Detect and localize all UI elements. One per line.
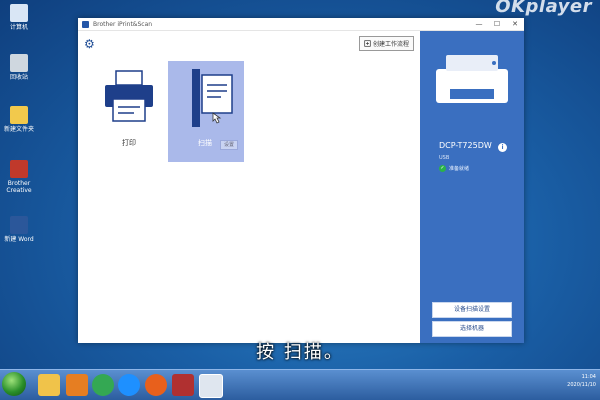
- firefox-icon[interactable]: [145, 374, 167, 396]
- video-watermark: OKplayer: [495, 0, 592, 17]
- desktop-icon-word[interactable]: 新建 Word: [2, 216, 36, 243]
- desktop-icon-label: 回收站: [9, 74, 28, 81]
- create-workflow-label: 创建工作流程: [372, 41, 409, 48]
- printer-icon: [105, 70, 153, 122]
- window-title: Brother iPrint&Scan: [93, 20, 153, 28]
- start-button[interactable]: [2, 372, 26, 396]
- iprint-scan-taskbar-icon[interactable]: [199, 374, 223, 398]
- recycle-bin-icon: [10, 54, 28, 72]
- close-button[interactable]: ✕: [506, 18, 524, 30]
- desktop-icon-brother-creative[interactable]: Brother Creative: [2, 160, 36, 194]
- workflow-icon: [364, 40, 371, 47]
- media-player-icon[interactable]: [66, 374, 88, 396]
- clock-time: 11:04: [581, 374, 596, 380]
- word-document-icon: [10, 216, 28, 234]
- maximize-button[interactable]: ☐: [488, 18, 506, 30]
- create-workflow-button[interactable]: 创建工作流程: [358, 36, 414, 51]
- clock-date: 2020/11/10: [567, 382, 596, 388]
- title-bar[interactable]: Brother iPrint&Scan — ☐ ✕: [78, 18, 524, 31]
- desktop-icon-folder[interactable]: 新建文件夹: [2, 106, 36, 133]
- computer-icon: [10, 4, 28, 22]
- print-label: 打印: [122, 139, 136, 147]
- desktop-icon-recycle-bin[interactable]: 回收站: [2, 54, 36, 81]
- device-pane: DCP-T725DW i USB ✓ 准备就绪 设备扫描设置 选择机器: [420, 31, 524, 343]
- internet-explorer-icon[interactable]: [118, 374, 140, 396]
- minimize-button[interactable]: —: [470, 18, 488, 30]
- folder-icon: [10, 106, 28, 124]
- function-pane: ⚙ 创建工作流程 打印 扫描 设置: [78, 31, 420, 343]
- desktop-icon-label: 新建文件夹: [3, 126, 34, 133]
- scan-settings-button[interactable]: 设置: [220, 140, 238, 150]
- system-clock[interactable]: 11:04 2020/11/10: [567, 373, 596, 389]
- taskbar: 11:04 2020/11/10: [0, 369, 600, 400]
- brother-creative-icon: [10, 160, 28, 178]
- app-icon: [82, 20, 89, 28]
- brother-utilities-icon[interactable]: [172, 374, 194, 396]
- device-printer-icon: [436, 55, 508, 103]
- gear-icon[interactable]: ⚙: [84, 37, 95, 51]
- desktop-icon-label: Brother Creative: [6, 180, 32, 194]
- select-machine-button[interactable]: 选择机器: [432, 321, 512, 337]
- device-scan-settings-button[interactable]: 设备扫描设置: [432, 302, 512, 318]
- device-status: ✓ 准备就绪: [439, 165, 469, 172]
- scan-tile[interactable]: 扫描 设置: [168, 61, 244, 162]
- check-icon: ✓: [439, 165, 446, 172]
- video-subtitle: 按 扫描。: [256, 342, 344, 363]
- print-tile[interactable]: 打印: [91, 61, 167, 162]
- device-status-text: 准备就绪: [449, 166, 470, 172]
- scanner-icon: [192, 69, 233, 127]
- file-explorer-icon[interactable]: [38, 374, 60, 396]
- desktop-icon-label: 计算机: [9, 24, 28, 31]
- device-name: DCP-T725DW: [439, 141, 492, 150]
- desktop-icon-label: 新建 Word: [4, 236, 34, 243]
- device-connection: USB: [439, 155, 450, 161]
- chrome-icon[interactable]: [92, 374, 114, 396]
- info-icon[interactable]: i: [498, 143, 507, 152]
- iprint-scan-window: Brother iPrint&Scan — ☐ ✕ ⚙ 创建工作流程 打印 扫描…: [78, 18, 524, 343]
- desktop-icon-computer[interactable]: 计算机: [2, 4, 36, 31]
